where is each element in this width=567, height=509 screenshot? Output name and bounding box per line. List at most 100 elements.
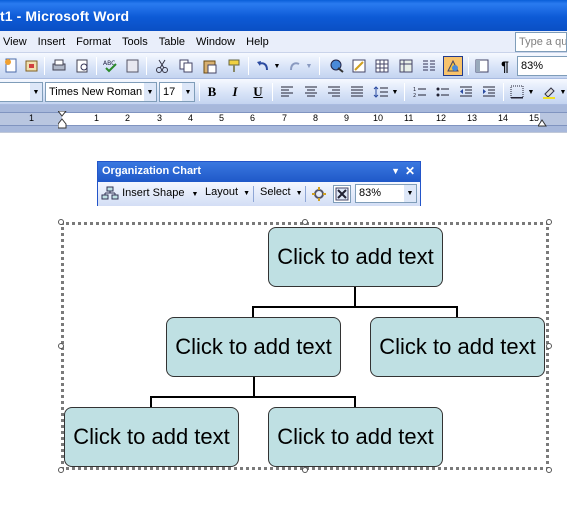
- numbering-icon[interactable]: 12: [411, 83, 429, 101]
- ask-question-input[interactable]: Type a que: [515, 32, 567, 52]
- ruler-number: 2: [125, 113, 131, 123]
- print-icon[interactable]: [50, 57, 68, 75]
- format-painter-icon[interactable]: [225, 57, 243, 75]
- select-button[interactable]: Select ▼: [260, 186, 303, 198]
- borders-dropdown-icon[interactable]: ▼: [526, 83, 536, 101]
- ruler-number: 3: [157, 113, 163, 123]
- spelling-icon[interactable]: ABC: [102, 57, 120, 75]
- borders-icon[interactable]: [508, 83, 526, 101]
- connector-line: [252, 306, 458, 308]
- menu-insert[interactable]: Insert: [34, 36, 73, 48]
- underline-button[interactable]: U: [249, 83, 267, 101]
- line-spacing-dropdown-icon[interactable]: ▼: [390, 83, 400, 101]
- hyperlink-icon[interactable]: [328, 57, 346, 75]
- highlight-icon[interactable]: [540, 83, 558, 101]
- insert-shape-button[interactable]: Insert Shape ▼: [101, 186, 198, 200]
- menu-view[interactable]: View: [0, 36, 34, 48]
- show-hide-icon[interactable]: ¶: [496, 57, 514, 75]
- increase-indent-icon[interactable]: [480, 83, 498, 101]
- resize-handle[interactable]: [546, 467, 552, 473]
- menu-table[interactable]: Table: [155, 36, 192, 48]
- org-node-right[interactable]: Click to add text: [370, 317, 545, 377]
- fit-text-icon[interactable]: [333, 185, 351, 203]
- autoformat-icon[interactable]: [310, 185, 328, 203]
- align-center-icon[interactable]: [302, 83, 320, 101]
- insert-table-icon[interactable]: [373, 57, 391, 75]
- resize-handle[interactable]: [546, 219, 552, 225]
- chevron-down-icon: ▼: [182, 83, 194, 101]
- research-icon[interactable]: [124, 57, 142, 75]
- columns-icon[interactable]: [420, 57, 438, 75]
- highlight-dropdown-icon[interactable]: ▼: [558, 83, 567, 101]
- copy-icon[interactable]: [177, 57, 195, 75]
- layout-button[interactable]: Layout ▼: [205, 186, 250, 198]
- align-left-icon[interactable]: [278, 83, 296, 101]
- style-dropdown[interactable]: ▼: [0, 82, 43, 102]
- drawing-icon[interactable]: [443, 56, 463, 76]
- org-zoom-dropdown[interactable]: 83% ▼: [355, 184, 417, 203]
- redo-icon[interactable]: [286, 57, 304, 75]
- ruler-number: 12: [436, 113, 447, 123]
- undo-dropdown-icon[interactable]: ▼: [272, 57, 282, 75]
- horizontal-ruler[interactable]: 1 1 2 3 4 5 6 7 8 9 10 11 12 13 14 15: [0, 105, 567, 132]
- tables-borders-icon[interactable]: [350, 57, 368, 75]
- ruler-number: 8: [313, 113, 319, 123]
- ruler-number: 6: [250, 113, 256, 123]
- font-size-dropdown[interactable]: 17 ▼: [159, 82, 195, 102]
- line-spacing-icon[interactable]: [372, 83, 390, 101]
- ruler-number: 14: [498, 113, 509, 123]
- org-chart-toolbar-titlebar[interactable]: Organization Chart ▼ ✕: [98, 162, 420, 182]
- menu-help[interactable]: Help: [242, 36, 276, 48]
- justify-icon[interactable]: [348, 83, 366, 101]
- window-title: t1 - Microsoft Word: [0, 8, 130, 24]
- org-node-bottom-right[interactable]: Click to add text: [268, 407, 443, 467]
- zoom-value: 83%: [521, 60, 544, 72]
- bold-button[interactable]: B: [203, 83, 221, 101]
- font-dropdown[interactable]: Times New Roman ▼: [45, 82, 157, 102]
- resize-handle[interactable]: [302, 467, 308, 473]
- resize-handle[interactable]: [58, 467, 64, 473]
- org-node-left[interactable]: Click to add text: [166, 317, 341, 377]
- connector-line: [150, 396, 356, 398]
- new-document-icon[interactable]: [2, 57, 20, 75]
- chevron-down-icon: ▼: [404, 185, 416, 202]
- ruler-number: 1: [29, 113, 35, 123]
- resize-handle[interactable]: [546, 343, 552, 349]
- ruler-number: 13: [467, 113, 478, 123]
- undo-icon[interactable]: [254, 57, 272, 75]
- ruler-number: 1: [94, 113, 100, 123]
- menu-window[interactable]: Window: [192, 36, 242, 48]
- resize-handle[interactable]: [58, 343, 64, 349]
- chevron-down-icon: ▼: [191, 190, 199, 198]
- resize-handle[interactable]: [58, 219, 64, 225]
- org-node-bottom-left[interactable]: Click to add text: [64, 407, 239, 467]
- permission-icon[interactable]: [23, 57, 41, 75]
- resize-handle[interactable]: [302, 219, 308, 225]
- indent-marker-icon[interactable]: [58, 111, 67, 131]
- bullets-icon[interactable]: [434, 83, 452, 101]
- menu-bar: View Insert Format Tools Table Window He…: [0, 31, 567, 53]
- italic-button[interactable]: I: [226, 83, 244, 101]
- decrease-indent-icon[interactable]: [457, 83, 475, 101]
- align-right-icon[interactable]: [325, 83, 343, 101]
- chevron-down-icon: ▼: [243, 190, 251, 197]
- document-map-icon[interactable]: [473, 57, 491, 75]
- layout-label: Layout: [205, 186, 239, 198]
- menu-format[interactable]: Format: [72, 36, 118, 48]
- toolbar-options-icon[interactable]: ▼: [391, 166, 400, 176]
- redo-dropdown-icon[interactable]: ▼: [304, 57, 314, 75]
- font-name: Times New Roman: [49, 86, 143, 98]
- insert-shape-label: Insert Shape: [122, 186, 185, 199]
- ruler-number: 11: [404, 113, 414, 123]
- menu-tools[interactable]: Tools: [118, 36, 155, 48]
- chevron-down-icon: ▼: [30, 83, 42, 101]
- cut-icon[interactable]: [153, 57, 171, 75]
- insert-excel-icon[interactable]: [397, 57, 415, 75]
- paste-icon[interactable]: [201, 57, 219, 75]
- ruler-number: 5: [219, 113, 225, 123]
- close-icon[interactable]: ✕: [405, 164, 415, 178]
- print-preview-icon[interactable]: [74, 57, 92, 75]
- zoom-dropdown[interactable]: 83%: [517, 56, 567, 76]
- right-indent-marker-icon[interactable]: [538, 118, 547, 127]
- org-node-top[interactable]: Click to add text: [268, 227, 443, 287]
